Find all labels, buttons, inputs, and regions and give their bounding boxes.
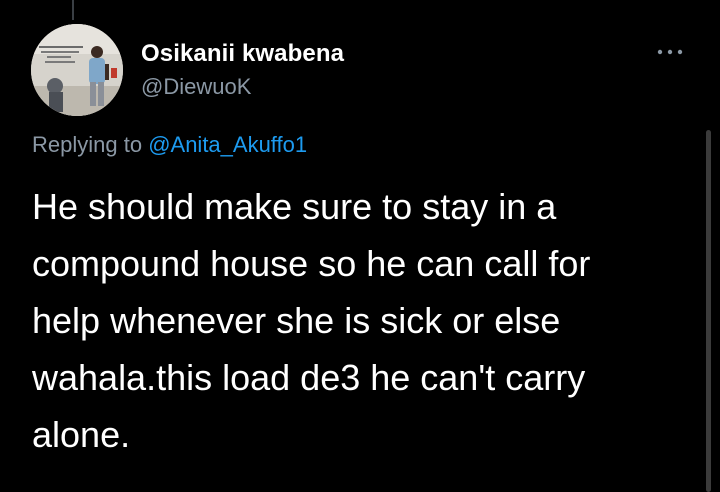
tweet-text-line: help whenever she is sick or else [32,300,561,341]
tweet-text-line: compound house so he can call for [32,243,591,284]
thread-connector-line [72,0,74,20]
avatar[interactable] [31,24,123,116]
replying-to-line: Replying to @Anita_Akuffo1 [32,132,307,158]
tweet-text-line: wahala.this load de3 he can't carry [32,357,586,398]
display-name[interactable]: Osikanii kwabena [141,40,344,68]
replying-to-label: Replying to [32,132,149,157]
tweet-text-line: He should make sure to stay in a [32,186,557,227]
more-options-button[interactable] [650,40,690,64]
tweet-text-line: alone. [32,414,131,455]
reply-mention-link[interactable]: @Anita_Akuffo1 [148,132,307,157]
user-handle[interactable]: @DiewuoK [141,74,251,100]
tweet-text: He should make sure to stay in a compoun… [32,178,672,463]
more-horizontal-icon [657,49,683,55]
avatar-photo [31,24,123,116]
scrollbar[interactable] [706,130,711,492]
